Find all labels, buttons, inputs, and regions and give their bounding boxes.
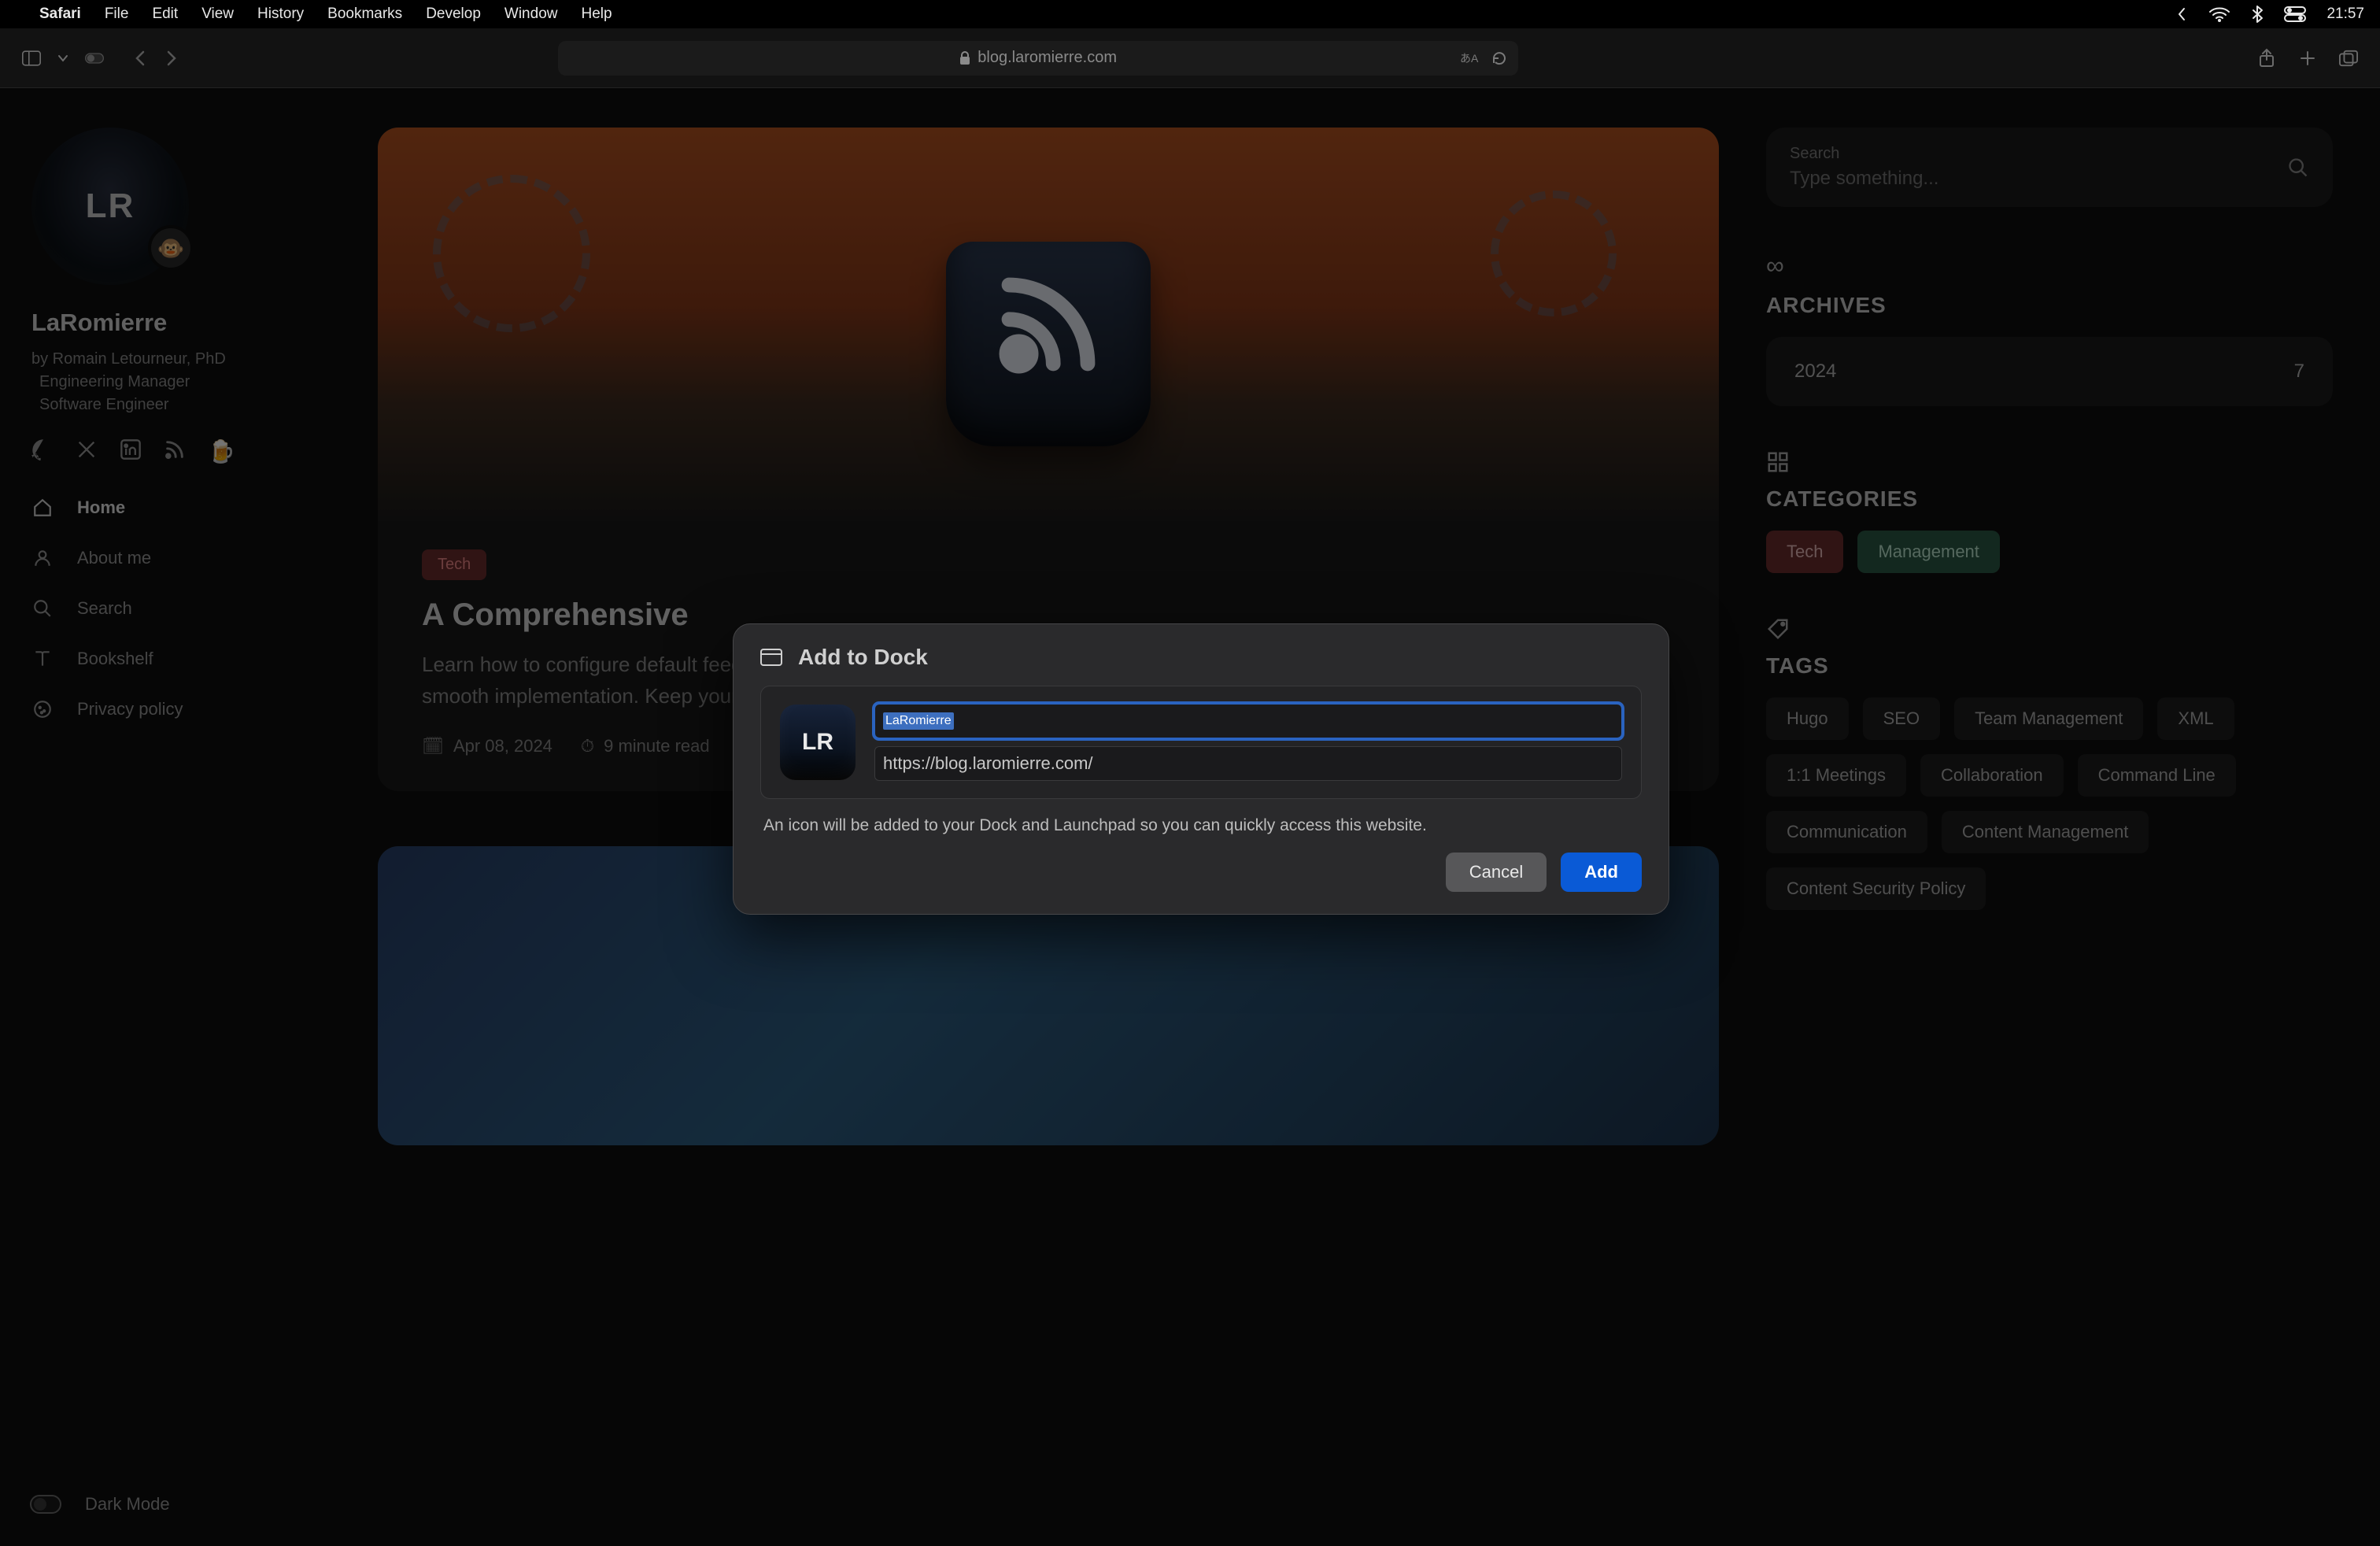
rss-icon[interactable] [164,438,187,462]
tag-item[interactable]: Collaboration [1920,754,2064,797]
translate-icon[interactable]: あA [1460,50,1480,66]
menu-view[interactable]: View [201,6,234,23]
tag-item[interactable]: 1:1 Meetings [1766,754,1906,797]
nav-about[interactable]: About me [31,547,346,569]
home-icon [31,497,54,519]
search-icon [31,597,54,620]
user-icon [31,547,54,569]
linkedin-icon[interactable] [120,438,143,462]
post-date: 🗓Apr 08, 2024 [422,736,552,756]
post-readtime: ⏱9 minute read [581,736,710,756]
search-label: Search [1790,145,2199,163]
webapp-name-field[interactable]: LaRomierre [874,704,1622,738]
avatar-badge-icon: 🐵 [148,225,194,271]
tag-item[interactable]: Communication [1766,811,1927,853]
cancel-button[interactable]: Cancel [1446,853,1547,892]
search-input[interactable] [1790,168,2199,190]
reload-icon[interactable] [1491,50,1507,66]
menubar-clock[interactable]: 21:57 [2326,6,2364,23]
share-icon[interactable] [2257,49,2276,68]
calendar-icon: 🗓 [422,736,444,756]
svg-text:あA: あA [1460,52,1479,65]
archives-heading: ARCHIVES [1766,293,2333,318]
clock-icon: ⏱ [581,736,594,756]
menu-bookmarks[interactable]: Bookmarks [327,6,402,23]
hero-rss-icon [989,265,1107,383]
forward-button-icon[interactable] [162,49,181,68]
github-icon[interactable] [31,438,55,462]
chevron-down-icon[interactable] [54,49,72,68]
menu-file[interactable]: File [105,6,129,23]
tag-item[interactable]: Content Management [1942,811,2149,853]
nav-home[interactable]: Home [31,497,346,519]
tag-item[interactable]: XML [2157,697,2234,740]
menubar-app-name[interactable]: Safari [39,6,81,23]
tag-item[interactable]: Team Management [1954,697,2143,740]
bluetooth-icon[interactable] [2251,5,2264,24]
menu-window[interactable]: Window [504,6,558,23]
menu-develop[interactable]: Develop [426,6,481,23]
toggle-pill-icon[interactable] [85,49,104,68]
post-category-chip[interactable]: Tech [422,549,486,580]
site-byline: by Romain Letourneur, PhD Engineering Ma… [31,348,346,416]
safari-toolbar: blog.laromierre.com あA [0,28,2380,88]
back-button-icon[interactable] [131,49,150,68]
archive-year: 2024 [1794,361,1836,383]
search-submit-icon[interactable] [2287,157,2309,179]
control-center-chevron-icon[interactable] [2175,6,2188,23]
search-box[interactable]: Search [1766,128,2333,207]
cookie-icon [31,698,54,720]
tag-item[interactable]: Command Line [2078,754,2236,797]
post-hero-image [378,128,1719,521]
archive-count: 7 [2294,361,2304,383]
tag-item[interactable]: Content Security Policy [1766,867,1986,910]
toggle-icon [30,1495,61,1514]
tags-heading: TAGS [1766,653,2333,679]
url-text: blog.laromierre.com [978,49,1117,67]
window-icon [760,649,782,666]
grid-icon [1766,450,2333,474]
site-title: LaRomierre [31,309,346,337]
menu-edit[interactable]: Edit [152,6,178,23]
category-management[interactable]: Management [1857,531,1999,573]
dark-mode-toggle[interactable]: Dark Mode [30,1494,170,1515]
add-button[interactable]: Add [1561,853,1642,892]
site-sidebar: LR 🐵 LaRomierre by Romain Letourneur, Ph… [8,128,346,1546]
macos-menubar: Safari File Edit View History Bookmarks … [0,0,2380,28]
add-to-dock-dialog: Add to Dock LR LaRomierre https://blog.l… [733,623,1669,915]
sidebar-toggle-icon[interactable] [22,49,41,68]
book-icon [31,648,54,670]
coffee-icon[interactable]: 🍺 [208,438,231,462]
menu-history[interactable]: History [257,6,304,23]
nav-search[interactable]: Search [31,597,346,620]
menu-help[interactable]: Help [581,6,612,23]
wifi-icon[interactable] [2208,6,2230,23]
webapp-icon-preview: LR [780,705,856,780]
nav-privacy[interactable]: Privacy policy [31,698,346,720]
archive-year-row[interactable]: 2024 7 [1766,337,2333,406]
url-bar[interactable]: blog.laromierre.com あA [558,41,1518,76]
tag-icon [1766,617,2333,641]
categories-heading: CATEGORIES [1766,486,2333,512]
tabs-overview-icon[interactable] [2339,49,2358,68]
new-tab-icon[interactable] [2298,49,2317,68]
category-tech[interactable]: Tech [1766,531,1843,573]
lock-icon [959,51,971,65]
control-center-icon[interactable] [2284,6,2306,22]
webapp-url-field[interactable]: https://blog.laromierre.com/ [874,746,1622,781]
dialog-hint: An icon will be added to your Dock and L… [734,799,1669,841]
tag-item[interactable]: Hugo [1766,697,1849,740]
nav-bookshelf[interactable]: Bookshelf [31,648,346,670]
infinity-icon: ∞ [1766,251,2333,280]
dialog-title: Add to Dock [798,645,928,670]
tags-list: Hugo SEO Team Management XML 1:1 Meeting… [1766,697,2333,910]
right-sidebar: Search ∞ ARCHIVES 2024 7 CATEGORIES Tech… [1766,128,2372,1546]
x-twitter-icon[interactable] [76,438,99,462]
tag-item[interactable]: SEO [1863,697,1940,740]
